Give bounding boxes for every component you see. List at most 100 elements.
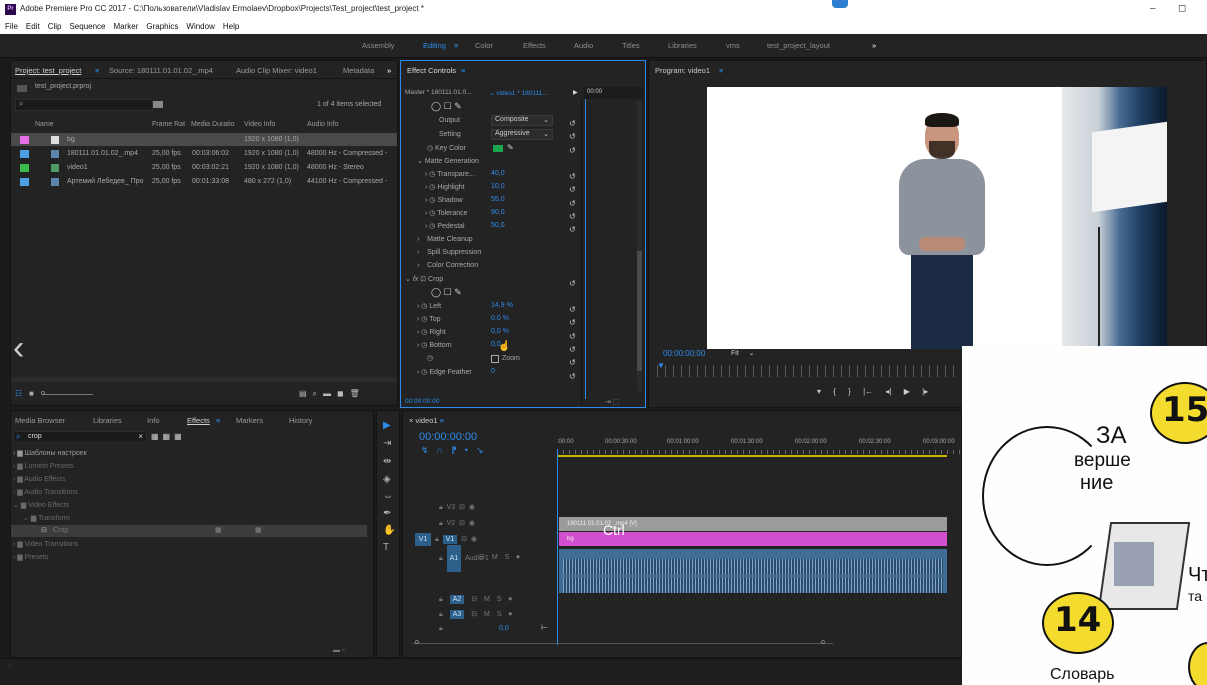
master-volume[interactable]: 0,0: [499, 625, 509, 632]
source-patch-v1[interactable]: V1: [415, 533, 431, 546]
back-arrow-icon[interactable]: ‹: [13, 329, 24, 368]
param-value[interactable]: 0,0 %: [491, 315, 509, 322]
menu-window[interactable]: Window: [186, 20, 214, 34]
tree-crop-row[interactable]: ⊟ Crop ▦ ▦: [11, 525, 367, 537]
effect-controls-timecode[interactable]: 00:00:00:00: [405, 398, 439, 405]
icon-view-icon[interactable]: ■: [29, 389, 34, 398]
param-value[interactable]: 0: [491, 368, 495, 375]
zoom-slider[interactable]: [43, 394, 93, 395]
minimize-button[interactable]: –: [1150, 3, 1156, 14]
mute-button[interactable]: M: [492, 554, 498, 561]
param-value[interactable]: 90,0: [491, 209, 505, 216]
tab-sequence[interactable]: × video1 ≡: [409, 416, 444, 425]
mark-in-button[interactable]: {: [833, 387, 836, 396]
a1-controls[interactable]: ⊟ M S ⏺: [479, 553, 520, 562]
menu-sequence[interactable]: Sequence: [69, 20, 105, 34]
panel-menu-icon[interactable]: ≡: [461, 66, 465, 75]
play-icon[interactable]: ▶: [573, 89, 578, 96]
timeline-tools[interactable]: ↯∩⁋•↘: [421, 445, 491, 456]
clip-dropdown[interactable]: ⌄ video1 * 180111...: [489, 89, 548, 97]
slip-tool-icon[interactable]: ⇔: [383, 491, 393, 502]
sync-icon[interactable]: ⊟: [471, 596, 477, 603]
ripple-edit-tool-icon[interactable]: ⇹: [383, 456, 391, 467]
solo-button[interactable]: S: [505, 554, 510, 561]
tab-history[interactable]: History: [289, 416, 312, 425]
crop-mask-tools[interactable]: ◯ ☐ ✎: [431, 287, 462, 298]
param-top[interactable]: › ◷ Top: [417, 315, 441, 323]
column-media-duration[interactable]: Media Duratio: [191, 121, 235, 128]
workspace-effects[interactable]: Effects: [523, 41, 546, 50]
lock-icon[interactable]: 🔒︎: [439, 611, 443, 618]
more-tabs-button[interactable]: »: [387, 66, 391, 75]
param-value[interactable]: 40,0: [491, 170, 505, 177]
tab-info[interactable]: Info: [147, 416, 160, 425]
project-row-artemiy[interactable]: Артемий Лебедев_ Про 25,00 fps 00:01:33:…: [11, 175, 397, 188]
scroll-left-handle[interactable]: o: [415, 639, 419, 646]
menu-help[interactable]: Help: [223, 20, 239, 34]
workspace-editing[interactable]: Editing: [423, 41, 446, 50]
color-correction-group[interactable]: › Color Correction: [417, 262, 478, 269]
param-transparency[interactable]: › ◷ Transpare...: [425, 170, 475, 178]
track-header-a2[interactable]: 🔒︎ A2 ⊟ M S ⏺: [439, 595, 512, 604]
mark-out-button[interactable]: }: [848, 387, 851, 396]
param-value[interactable]: 14,9 %: [491, 302, 513, 309]
tab-markers[interactable]: Markers: [236, 416, 263, 425]
track-select-tool-icon[interactable]: ⇥: [383, 438, 391, 449]
tree-audio-effects[interactable]: › ▆ Audio Effects: [13, 475, 65, 483]
track-header-v2[interactable]: 🔒︎ V2 ⊟ ◉: [439, 519, 475, 528]
track-header-v3[interactable]: 🔒︎ V3 ⊟ ◉: [439, 503, 475, 512]
export-frame-icon[interactable]: ⇥ ⬚: [605, 398, 619, 406]
tab-source[interactable]: Source: 180111.01.01.02_.mp4: [109, 66, 213, 75]
timeline-zoom-scroll[interactable]: [413, 643, 833, 644]
sync-icon[interactable]: ⊟: [461, 536, 467, 543]
tab-effects[interactable]: Effects: [187, 416, 210, 425]
fit-dropdown[interactable]: Fit ⌄: [731, 349, 754, 357]
lock-icon[interactable]: 🔒︎: [439, 596, 443, 603]
scroll-right-handle[interactable]: o: [821, 639, 825, 646]
program-video-frame[interactable]: [707, 87, 1167, 349]
project-row-video1[interactable]: video1 25,00 fps 00:03:02:21 1920 x 1080…: [11, 161, 397, 174]
step-back-button[interactable]: ◂|: [885, 387, 891, 396]
eye-icon[interactable]: ◉: [469, 504, 475, 511]
tree-video-transitions[interactable]: › ▆ Video Transitions: [13, 540, 78, 548]
spill-suppression-group[interactable]: › Spill Suppression: [417, 249, 481, 256]
tab-effect-controls[interactable]: Effect Controls: [407, 66, 456, 75]
razor-tool-icon[interactable]: ◈: [383, 474, 391, 485]
program-time-ruler[interactable]: [657, 365, 957, 377]
param-highlight[interactable]: › ◷ Highlight: [425, 183, 465, 191]
param-edge-feather[interactable]: › ◷ Edge Feather: [417, 368, 472, 376]
param-pedestal[interactable]: › ◷ Pedestal: [425, 222, 465, 230]
lock-icon[interactable]: 🔒︎: [439, 504, 443, 511]
tab-audio-clip-mixer[interactable]: Audio Clip Mixer: video1: [236, 66, 317, 75]
tree-presets[interactable]: › ▆ Presets: [13, 553, 48, 561]
play-button[interactable]: ▶: [904, 387, 910, 396]
maximize-button[interactable]: ◻: [1178, 3, 1186, 14]
mini-timeline-ruler[interactable]: 00:00: [583, 87, 643, 99]
tab-media-browser[interactable]: Media Browser: [15, 416, 65, 425]
workspace-titles[interactable]: Titles: [622, 41, 640, 50]
project-search-input[interactable]: ⌕: [15, 99, 153, 111]
track-header-a3[interactable]: 🔒︎ A3 ⊟ M S ⏺: [439, 610, 512, 619]
workspace-vms[interactable]: vms: [726, 41, 740, 50]
param-tolerance[interactable]: › ◷ Tolerance: [425, 209, 468, 217]
list-view-icon[interactable]: ☷: [15, 389, 22, 398]
timeline-timecode[interactable]: 00:00:00:00: [419, 431, 477, 443]
voiceover-icon[interactable]: ⏺: [508, 611, 512, 618]
timeline-playhead[interactable]: [557, 449, 558, 645]
param-right[interactable]: › ◷ Right: [417, 328, 446, 336]
program-playhead[interactable]: ▼: [657, 361, 665, 370]
mute-button[interactable]: M: [484, 611, 490, 618]
workspace-assembly[interactable]: Assembly: [362, 41, 395, 50]
eye-icon[interactable]: ◉: [471, 536, 477, 543]
tree-transform[interactable]: ⌄ ▆ Transform: [23, 514, 70, 522]
param-value[interactable]: 10,0: [491, 183, 505, 190]
transport-controls[interactable]: ▾ { } |← ◂| ▶ |▸: [817, 387, 928, 396]
tab-metadata[interactable]: Metadata: [343, 66, 374, 75]
column-video-info[interactable]: Video Info: [244, 121, 275, 128]
lock-icon[interactable]: 🔒︎: [435, 536, 439, 543]
sync-icon[interactable]: ⊟: [479, 554, 485, 561]
vertical-scrollbar[interactable]: [637, 101, 642, 391]
voiceover-icon[interactable]: ⏺: [516, 554, 520, 561]
reset-icons-column[interactable]: ↺ ↺ ↺ ↺ ↺ ↺ ↺ ↺ ↺ ↺ ↺ ↺ ↺ ↺ ↺: [569, 117, 579, 383]
menu-clip[interactable]: Clip: [48, 20, 62, 34]
